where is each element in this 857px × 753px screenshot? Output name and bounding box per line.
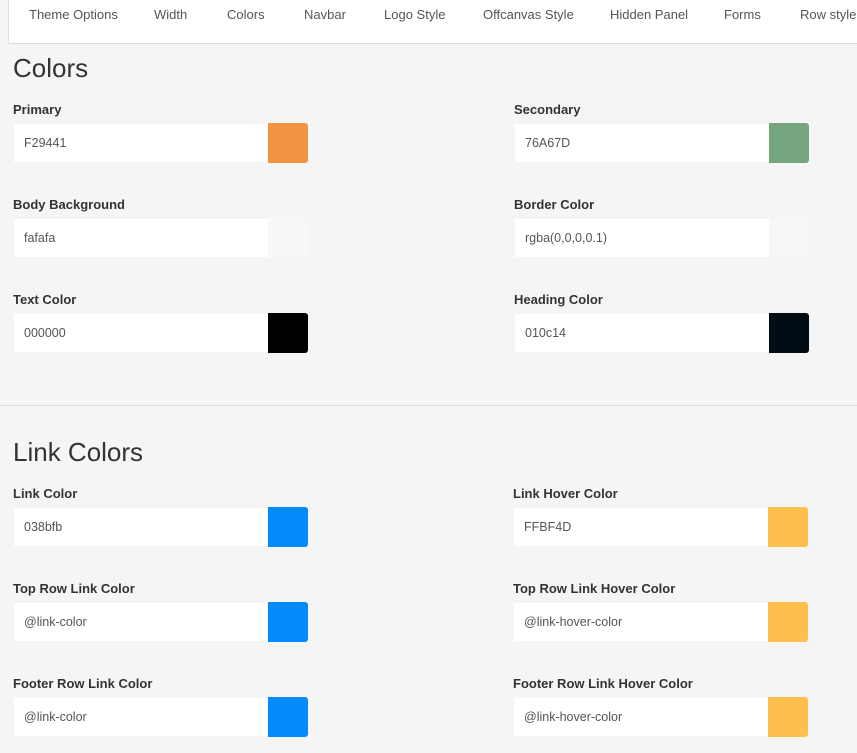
section-divider bbox=[0, 405, 857, 406]
top-row-link-hover-color-swatch[interactable] bbox=[768, 602, 808, 642]
footer-row-link-color-swatch[interactable] bbox=[268, 697, 308, 737]
options-tab-bar: Theme Options Width Colors Navbar Logo S… bbox=[8, 0, 857, 44]
tab-offcanvas-style[interactable]: Offcanvas Style bbox=[483, 0, 574, 30]
tab-logo-style[interactable]: Logo Style bbox=[384, 0, 445, 30]
body-background-label: Body Background bbox=[13, 197, 125, 212]
tab-width[interactable]: Width bbox=[154, 0, 187, 30]
heading-color-label: Heading Color bbox=[514, 292, 603, 307]
secondary-color-swatch[interactable] bbox=[769, 123, 809, 163]
secondary-label: Secondary bbox=[514, 102, 581, 117]
top-row-link-color-input[interactable]: @link-color bbox=[14, 603, 268, 641]
link-colors-section-title: Link Colors bbox=[13, 437, 144, 467]
colors-section-title: Colors bbox=[13, 53, 89, 83]
primary-color-swatch[interactable] bbox=[268, 123, 308, 163]
footer-row-link-hover-color-label: Footer Row Link Hover Color bbox=[513, 676, 693, 691]
body-background-input[interactable]: fafafa bbox=[14, 219, 268, 257]
primary-color-input[interactable]: F29441 bbox=[14, 124, 268, 162]
footer-row-link-color-label: Footer Row Link Color bbox=[13, 676, 153, 691]
top-row-link-color-swatch[interactable] bbox=[268, 602, 308, 642]
top-row-link-hover-color-input[interactable]: @link-hover-color bbox=[514, 603, 768, 641]
text-color-label: Text Color bbox=[13, 292, 77, 307]
tab-theme-options[interactable]: Theme Options bbox=[29, 0, 118, 30]
heading-color-input[interactable]: 010c14 bbox=[515, 314, 769, 352]
link-color-swatch[interactable] bbox=[268, 507, 308, 547]
secondary-color-input[interactable]: 76A67D bbox=[515, 124, 769, 162]
tab-hidden-panel[interactable]: Hidden Panel bbox=[610, 0, 688, 30]
footer-row-link-hover-color-input[interactable]: @link-hover-color bbox=[514, 698, 768, 736]
text-color-input[interactable]: 000000 bbox=[14, 314, 268, 352]
border-color-label: Border Color bbox=[514, 197, 595, 212]
border-color-swatch[interactable] bbox=[769, 218, 809, 258]
body-background-swatch[interactable] bbox=[268, 218, 308, 258]
border-color-input[interactable]: rgba(0,0,0,0.1) bbox=[515, 219, 769, 257]
tab-colors[interactable]: Colors bbox=[227, 0, 265, 30]
link-color-label: Link Color bbox=[13, 486, 78, 501]
top-row-link-color-label: Top Row Link Color bbox=[13, 581, 135, 596]
link-hover-color-input[interactable]: FFBF4D bbox=[514, 508, 768, 546]
link-hover-color-label: Link Hover Color bbox=[513, 486, 618, 501]
footer-row-link-color-input[interactable]: @link-color bbox=[14, 698, 268, 736]
primary-label: Primary bbox=[13, 102, 62, 117]
top-row-link-hover-color-label: Top Row Link Hover Color bbox=[513, 581, 676, 596]
tab-forms[interactable]: Forms bbox=[724, 0, 761, 30]
link-hover-color-swatch[interactable] bbox=[768, 507, 808, 547]
tab-navbar[interactable]: Navbar bbox=[304, 0, 346, 30]
footer-row-link-hover-color-swatch[interactable] bbox=[768, 697, 808, 737]
text-color-swatch[interactable] bbox=[268, 313, 308, 353]
tab-row-style[interactable]: Row style bbox=[800, 0, 856, 30]
heading-color-swatch[interactable] bbox=[769, 313, 809, 353]
link-color-input[interactable]: 038bfb bbox=[14, 508, 268, 546]
